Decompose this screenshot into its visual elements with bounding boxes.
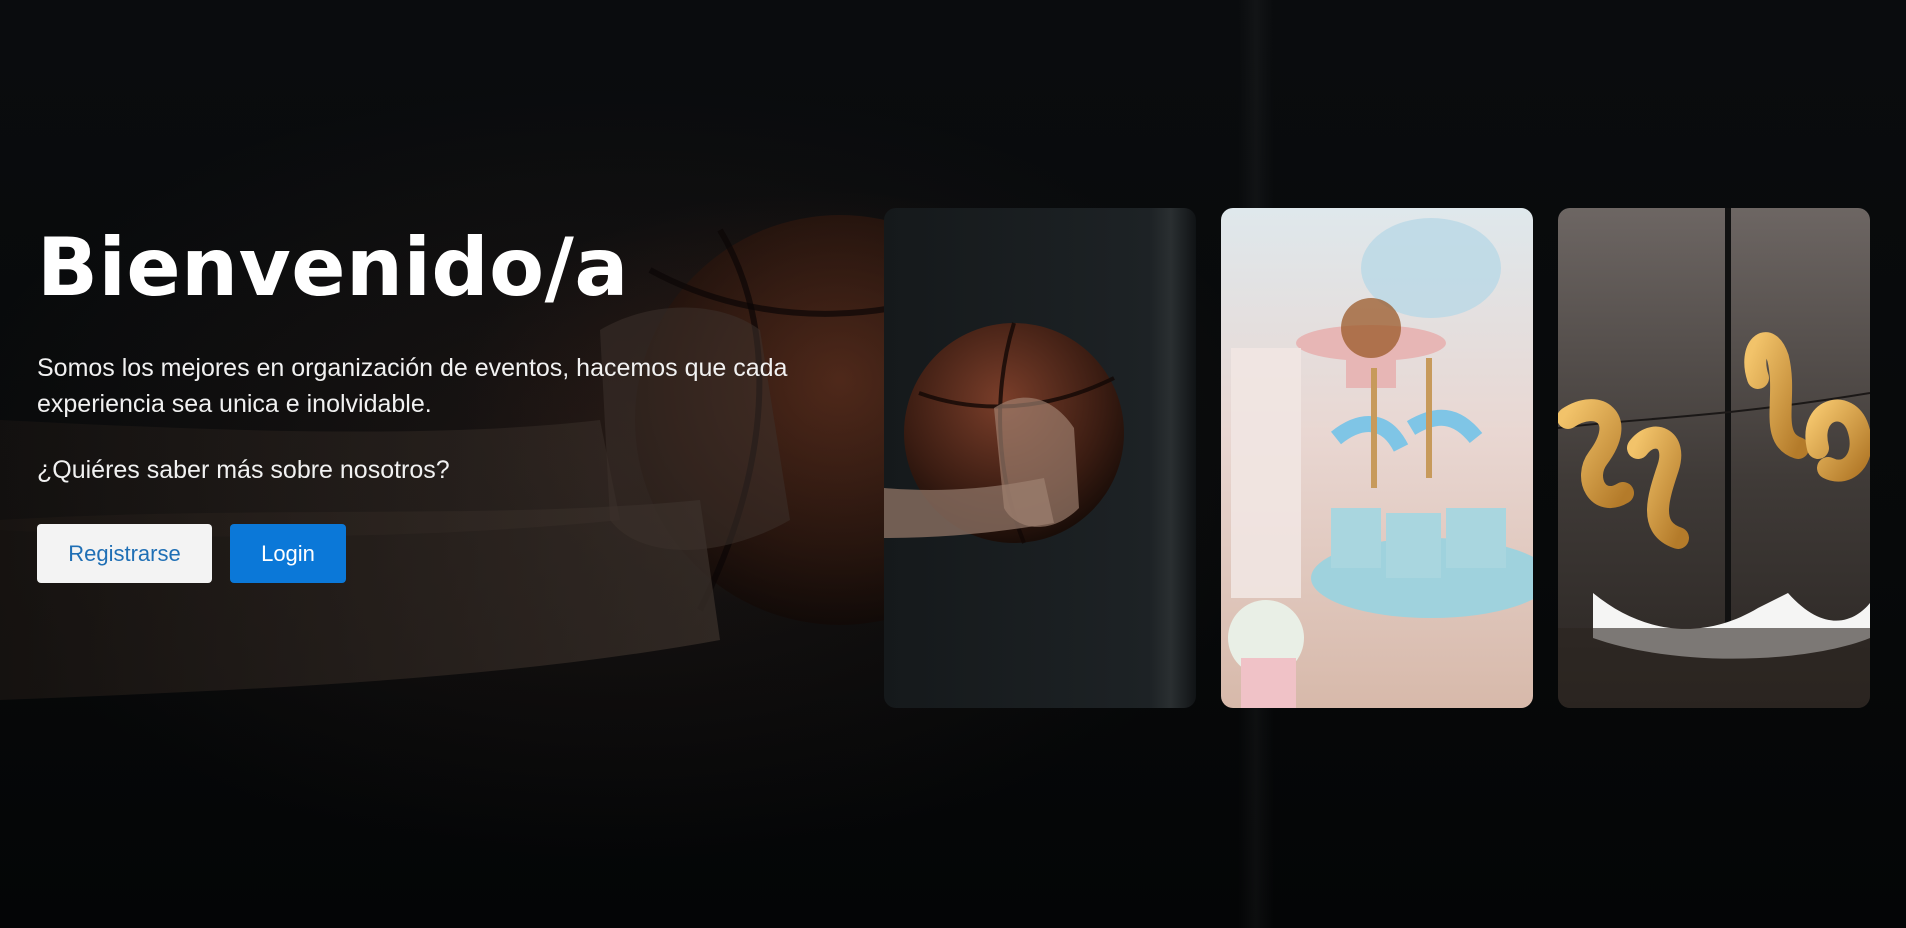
hero-description: Somos los mejores en organización de eve…	[37, 354, 788, 418]
party-desserts-image	[1221, 208, 1533, 708]
page-title: Bienvenido/a	[37, 221, 629, 314]
login-button[interactable]: Login	[230, 524, 346, 583]
basketball-image	[884, 208, 1196, 708]
page: Bienvenido/a Somos los mejores en organi…	[0, 0, 1906, 928]
card-baby-balloons[interactable]	[1558, 208, 1870, 708]
baby-balloons-image	[1558, 208, 1870, 708]
hero-actions: Registrarse Login	[37, 524, 857, 583]
register-button[interactable]: Registrarse	[37, 524, 212, 583]
hero-question: ¿Quiéres saber más sobre nosotros?	[37, 456, 450, 484]
card-party-desserts[interactable]	[1221, 208, 1533, 708]
image-cards	[884, 208, 1870, 708]
hero-content: Bienvenido/a Somos los mejores en organi…	[37, 220, 857, 583]
card-basketball[interactable]	[884, 208, 1196, 708]
